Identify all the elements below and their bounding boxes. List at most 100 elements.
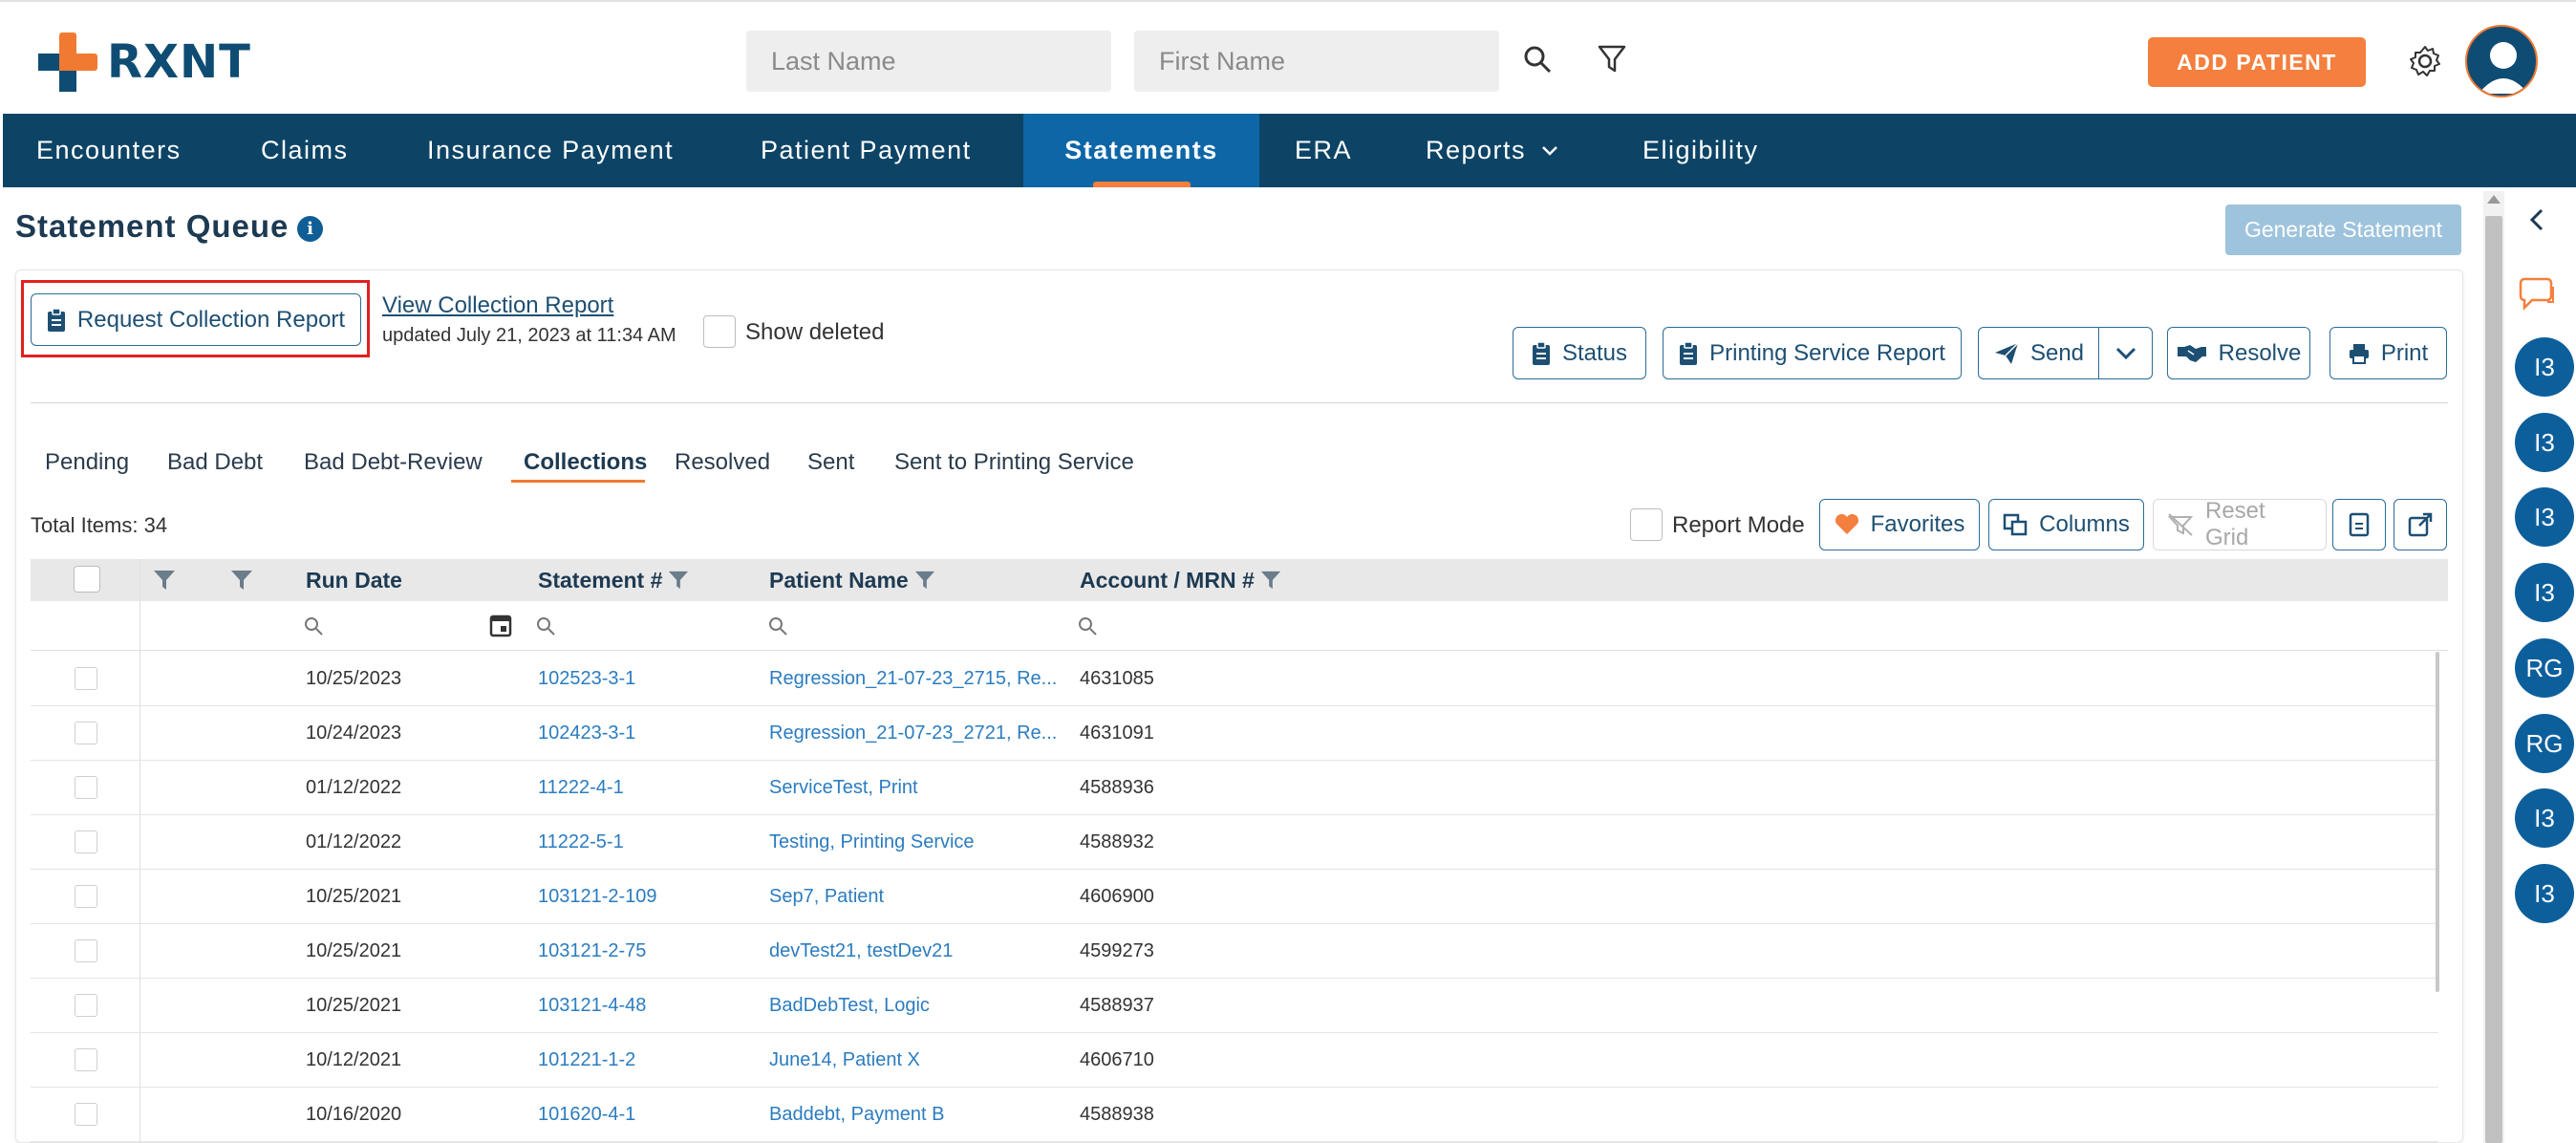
show-deleted-checkbox[interactable] <box>703 315 736 348</box>
tab-sent[interactable]: Sent <box>807 449 854 476</box>
table-row[interactable]: 10/25/2021 103121-2-109 Sep7, Patient 46… <box>31 870 2438 924</box>
rail-avatar[interactable]: I3 <box>2515 337 2574 397</box>
tab-bad-debt[interactable]: Bad Debt <box>167 449 263 476</box>
table-row[interactable]: 10/25/2021 103121-4-48 BadDebTest, Logic… <box>31 979 2438 1033</box>
rail-avatar[interactable]: I3 <box>2515 563 2574 622</box>
row-checkbox[interactable] <box>75 1103 97 1126</box>
status-button[interactable]: Status <box>1513 327 1646 379</box>
row-checkbox[interactable] <box>75 939 97 962</box>
col-statement-number[interactable]: Statement # <box>538 559 689 601</box>
row-checkbox[interactable] <box>75 722 97 744</box>
row-checkbox[interactable] <box>75 1048 97 1071</box>
row-checkbox[interactable] <box>75 667 97 690</box>
printing-service-report-button[interactable]: Printing Service Report <box>1663 327 1962 379</box>
table-row[interactable]: 10/25/2021 103121-2-75 devTest21, testDe… <box>31 924 2438 979</box>
rail-avatar[interactable]: I3 <box>2515 788 2574 848</box>
chat-icon[interactable] <box>2519 275 2557 312</box>
cell-patient[interactable]: Regression_21-07-23_2721, Re... <box>769 706 1094 761</box>
filter-icon[interactable] <box>1260 570 1281 591</box>
rail-avatar[interactable]: I3 <box>2515 413 2574 472</box>
nav-eligibility[interactable]: Eligibility <box>1642 114 1759 187</box>
tab-bad-debt-review[interactable]: Bad Debt-Review <box>304 449 483 476</box>
cell-patient[interactable]: Baddebt, Payment B <box>769 1088 1094 1142</box>
cell-statement[interactable]: 101221-1-2 <box>538 1033 635 1088</box>
table-row[interactable]: 10/16/2020 101620-4-1 Baddebt, Payment B… <box>31 1088 2438 1142</box>
user-avatar[interactable] <box>2465 25 2538 97</box>
resolve-button[interactable]: Resolve <box>2167 327 2310 379</box>
cell-patient[interactable]: ServiceTest, Print <box>769 761 1094 815</box>
cell-statement[interactable]: 102423-3-1 <box>538 706 635 761</box>
nav-era[interactable]: ERA <box>1295 114 1352 187</box>
search-icon[interactable] <box>304 616 323 636</box>
grid-scrollbar[interactable] <box>2436 652 2439 992</box>
gear-icon[interactable] <box>2406 42 2444 80</box>
col-account-mrn[interactable]: Account / MRN # <box>1080 559 1281 601</box>
cell-patient[interactable]: Testing, Printing Service <box>769 815 1094 870</box>
print-button[interactable]: Print <box>2329 327 2447 379</box>
table-row[interactable]: 10/12/2021 101221-1-2 June14, Patient X … <box>31 1033 2438 1088</box>
cell-statement[interactable]: 103121-2-75 <box>538 924 646 979</box>
info-icon[interactable]: i <box>297 216 323 242</box>
nav-encounters[interactable]: Encounters <box>36 114 182 187</box>
calendar-icon[interactable] <box>489 613 512 637</box>
col-patient-name[interactable]: Patient Name <box>769 559 935 601</box>
generate-statement-button[interactable]: Generate Statement <box>2225 205 2461 255</box>
chevron-left-icon[interactable] <box>2528 208 2545 231</box>
cell-patient[interactable]: Sep7, Patient <box>769 870 1094 924</box>
cell-statement[interactable]: 103121-2-109 <box>538 870 657 924</box>
nav-statements[interactable]: Statements <box>1023 114 1259 187</box>
table-row[interactable]: 10/24/2023 102423-3-1 Regression_21-07-2… <box>31 706 2438 761</box>
table-row[interactable]: 01/12/2022 11222-4-1 ServiceTest, Print … <box>31 761 2438 815</box>
request-collection-report-button[interactable]: Request Collection Report <box>31 293 361 346</box>
row-checkbox[interactable] <box>75 994 97 1017</box>
tab-collections[interactable]: Collections <box>524 449 647 476</box>
scroll-up-arrow[interactable] <box>2487 195 2501 204</box>
cell-statement[interactable]: 11222-5-1 <box>538 815 624 870</box>
filter-icon[interactable] <box>914 570 935 591</box>
rail-avatar[interactable]: I3 <box>2515 487 2574 547</box>
send-dropdown-button[interactable] <box>2098 327 2153 379</box>
rxnt-logo[interactable]: RXNT <box>38 32 251 92</box>
row-checkbox[interactable] <box>75 830 97 853</box>
cell-patient[interactable]: June14, Patient X <box>769 1033 1094 1088</box>
rail-avatar[interactable]: RG <box>2515 714 2574 773</box>
nav-reports[interactable]: Reports <box>1426 114 1558 187</box>
search-icon[interactable] <box>1518 40 1556 78</box>
row-checkbox[interactable] <box>75 885 97 908</box>
nav-claims[interactable]: Claims <box>261 114 349 187</box>
cell-statement[interactable]: 11222-4-1 <box>538 761 624 815</box>
tab-sent-to-printing-service[interactable]: Sent to Printing Service <box>894 449 1134 476</box>
page-scrollbar-thumb[interactable] <box>2485 216 2502 1143</box>
share-export-button[interactable] <box>2394 499 2447 550</box>
export-csv-button[interactable] <box>2332 499 2386 550</box>
search-icon[interactable] <box>1078 616 1097 636</box>
report-mode-checkbox[interactable] <box>1630 508 1663 541</box>
rail-avatar[interactable]: RG <box>2515 638 2574 698</box>
filter-icon[interactable] <box>230 570 253 591</box>
cell-patient[interactable]: devTest21, testDev21 <box>769 924 1094 979</box>
favorites-button[interactable]: Favorites <box>1819 499 1980 550</box>
col-run-date[interactable]: Run Date <box>306 559 402 601</box>
view-collection-report-link[interactable]: View Collection Report <box>382 292 613 319</box>
cell-statement[interactable]: 103121-4-48 <box>538 979 646 1033</box>
cell-statement[interactable]: 102523-3-1 <box>538 652 635 706</box>
reset-grid-button[interactable]: Reset Grid <box>2153 498 2327 550</box>
columns-button[interactable]: Columns <box>1988 499 2144 550</box>
search-icon[interactable] <box>536 616 555 636</box>
nav-patient-payment[interactable]: Patient Payment <box>761 114 972 187</box>
table-row[interactable]: 10/25/2023 102523-3-1 Regression_21-07-2… <box>31 652 2438 706</box>
send-button[interactable]: Send <box>1978 327 2100 379</box>
cell-statement[interactable]: 101620-4-1 <box>538 1088 635 1142</box>
filter-icon[interactable] <box>668 570 689 591</box>
cell-patient[interactable]: BadDebTest, Logic <box>769 979 1094 1033</box>
tab-resolved[interactable]: Resolved <box>675 449 770 476</box>
cell-patient[interactable]: Regression_21-07-23_2715, Re... <box>769 652 1094 706</box>
tab-pending[interactable]: Pending <box>45 449 129 476</box>
filter-icon[interactable] <box>153 570 176 591</box>
row-checkbox[interactable] <box>75 776 97 799</box>
add-patient-button[interactable]: ADD PATIENT <box>2148 37 2366 87</box>
filter-icon[interactable] <box>1593 40 1631 78</box>
nav-insurance-payment[interactable]: Insurance Payment <box>427 114 674 187</box>
last-name-input[interactable] <box>746 31 1111 92</box>
first-name-input[interactable] <box>1134 31 1499 92</box>
